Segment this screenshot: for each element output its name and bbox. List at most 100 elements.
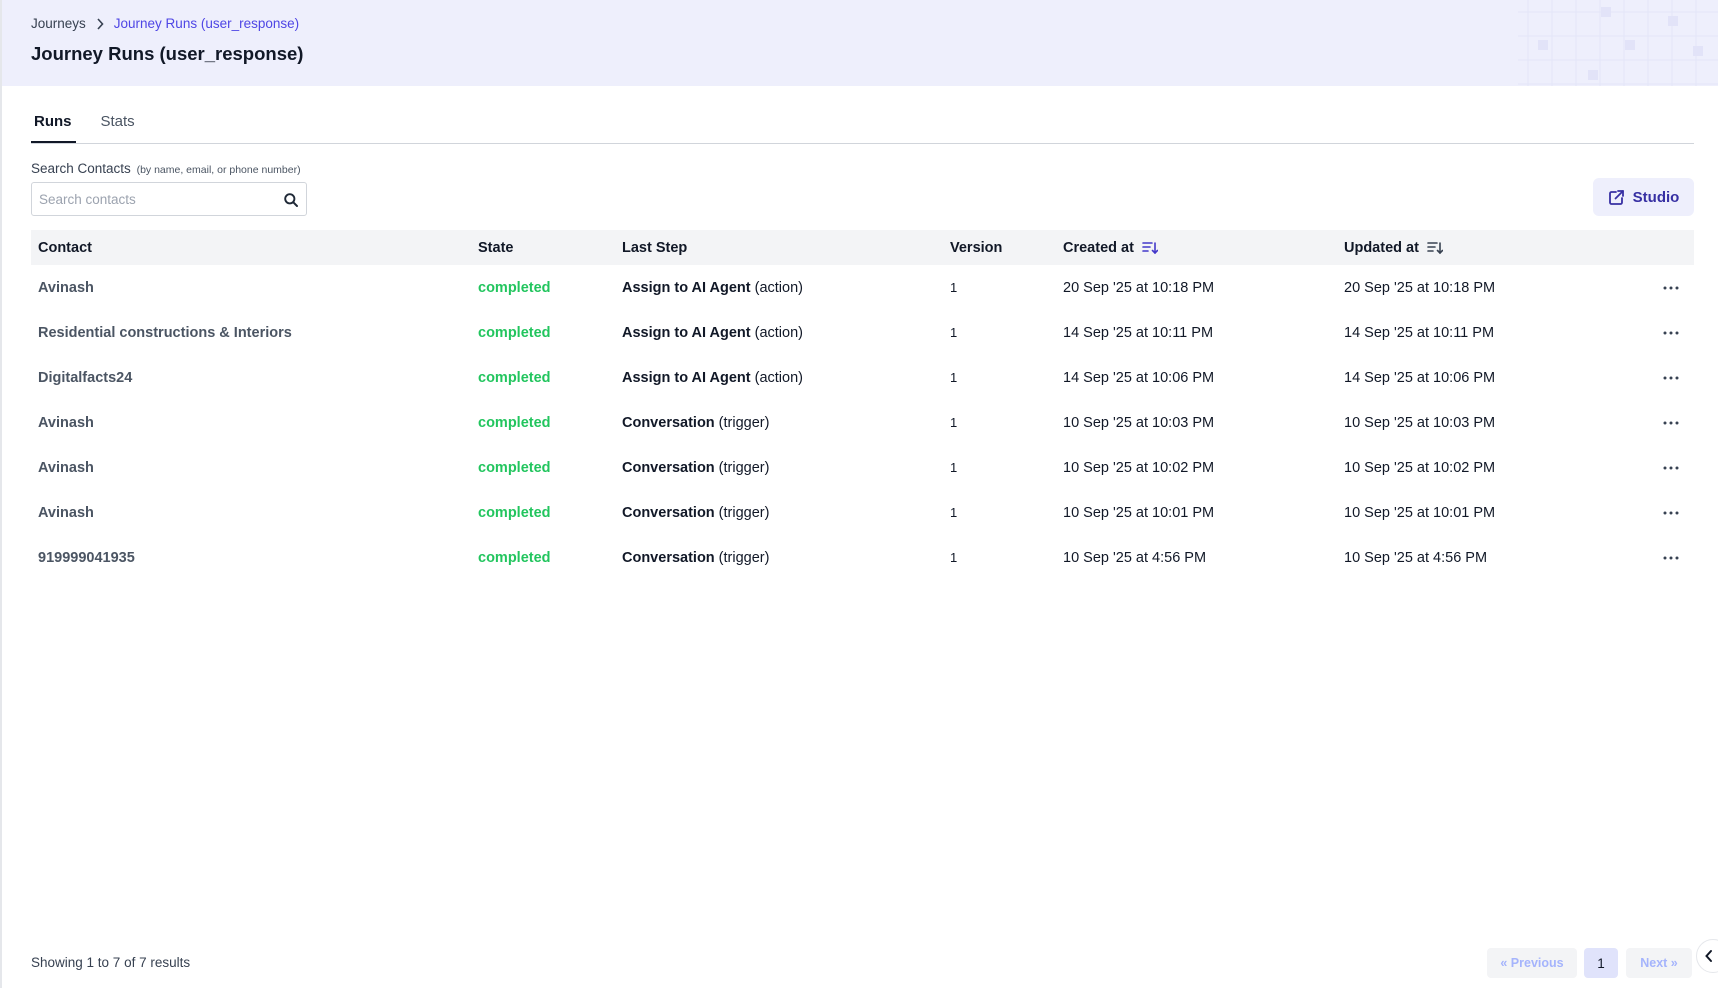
more-options-icon[interactable] — [1661, 458, 1681, 478]
cell-last-step: Assign to AI Agent (action) — [622, 280, 803, 296]
breadcrumb-journeys[interactable]: Journeys — [31, 16, 86, 31]
table-body: Avinash completed Assign to AI Agent (actio… — [31, 265, 1694, 580]
header-created-at[interactable]: Created at — [1063, 240, 1158, 256]
cell-updated-at: 14 Sep '25 at 10:11 PM — [1344, 324, 1495, 341]
cell-last-step: Assign to AI Agent (action) — [622, 325, 803, 341]
header-last-step: Last Step — [622, 239, 688, 256]
step-type: (trigger) — [718, 459, 770, 476]
previous-page-button[interactable]: « Previous — [1487, 948, 1577, 978]
search-icon[interactable] — [283, 192, 299, 208]
table-header: Contact State Last Step Version Created … — [31, 230, 1694, 265]
search-label: Search Contacts (by name, email, or phon… — [31, 161, 301, 176]
cell-contact[interactable]: Avinash — [38, 280, 94, 296]
chevron-left-icon — [1705, 950, 1712, 962]
table-row[interactable]: 919999041935 completed Conversation (trigge… — [31, 535, 1694, 580]
step-name: Conversation — [622, 504, 715, 521]
step-name: Assign to AI Agent — [622, 324, 751, 341]
cell-last-step: Conversation (trigger) — [622, 460, 769, 476]
page-header: Journeys Journey Runs (user_response) Jo… — [2, 0, 1718, 86]
cell-state: completed — [478, 459, 551, 476]
cell-updated-at: 10 Sep '25 at 4:56 PM — [1344, 549, 1488, 566]
cell-version: 1 — [950, 370, 958, 385]
cell-version: 1 — [950, 505, 958, 520]
external-link-icon — [1608, 189, 1624, 205]
left-border — [0, 0, 2, 988]
table-row[interactable]: Avinash completed Conversation (trigger) 1 10… — [31, 400, 1694, 445]
step-name: Assign to AI Agent — [622, 369, 751, 386]
table-row[interactable]: Avinash completed Assign to AI Agent (actio… — [31, 265, 1694, 310]
sort-icon[interactable] — [1427, 241, 1443, 255]
step-type: (action) — [754, 369, 803, 386]
more-options-icon[interactable] — [1661, 503, 1681, 523]
tab-stats[interactable]: Stats — [98, 100, 139, 143]
cell-last-step: Conversation (trigger) — [622, 505, 769, 521]
breadcrumb-current[interactable]: Journey Runs (user_response) — [114, 16, 299, 31]
next-page-button[interactable]: Next » — [1626, 948, 1692, 978]
header-updated-at[interactable]: Updated at — [1344, 240, 1443, 256]
cell-created-at: 10 Sep '25 at 10:01 PM — [1063, 504, 1215, 521]
page-number-button[interactable]: 1 — [1584, 948, 1618, 978]
step-type: (trigger) — [718, 504, 770, 521]
search-input[interactable] — [32, 183, 272, 215]
cell-state: completed — [478, 369, 551, 386]
tab-runs[interactable]: Runs — [31, 100, 76, 143]
cell-created-at: 10 Sep '25 at 10:02 PM — [1063, 459, 1215, 476]
search-label-text: Search Contacts — [31, 161, 131, 176]
studio-button[interactable]: Studio — [1593, 178, 1694, 216]
step-type: (action) — [754, 279, 803, 296]
chevron-right-icon — [96, 17, 104, 30]
tab-bar: Runs Stats — [31, 100, 1694, 144]
cell-state: completed — [478, 504, 551, 521]
table-row[interactable]: Digitalfacts24 completed Assign to AI Agen… — [31, 355, 1694, 400]
cell-contact[interactable]: Residential constructions & Interiors — [38, 325, 292, 341]
cell-contact[interactable]: 919999041935 — [38, 550, 135, 566]
cell-contact[interactable]: Digitalfacts24 — [38, 370, 132, 386]
breadcrumb: Journeys Journey Runs (user_response) — [31, 16, 299, 31]
cell-created-at: 14 Sep '25 at 10:06 PM — [1063, 369, 1215, 386]
grid-decoration — [1518, 0, 1718, 86]
cell-version: 1 — [950, 280, 958, 295]
sort-desc-icon[interactable] — [1142, 241, 1158, 255]
cell-created-at: 14 Sep '25 at 10:11 PM — [1063, 324, 1214, 341]
more-options-icon[interactable] — [1661, 278, 1681, 298]
cell-version: 1 — [950, 460, 958, 475]
more-options-icon[interactable] — [1661, 413, 1681, 433]
studio-button-label: Studio — [1632, 188, 1680, 206]
cell-updated-at: 10 Sep '25 at 10:03 PM — [1344, 414, 1496, 431]
cell-version: 1 — [950, 415, 958, 430]
table-row[interactable]: Residential constructions & Interiors com… — [31, 310, 1694, 355]
more-options-icon[interactable] — [1661, 323, 1681, 343]
collapse-panel-button[interactable] — [1696, 939, 1718, 973]
step-type: (action) — [754, 324, 803, 341]
cell-created-at: 10 Sep '25 at 10:03 PM — [1063, 414, 1215, 431]
cell-state: completed — [478, 279, 551, 296]
cell-last-step: Conversation (trigger) — [622, 415, 769, 431]
cell-state: completed — [478, 549, 551, 566]
cell-state: completed — [478, 414, 551, 431]
cell-contact[interactable]: Avinash — [38, 505, 94, 521]
header-updated-at-label: Updated at — [1344, 239, 1419, 256]
table-row[interactable]: Avinash completed Conversation (trigger) 1 10… — [31, 445, 1694, 490]
step-type: (trigger) — [718, 414, 770, 431]
table-row[interactable]: Avinash completed Conversation (trigger) 1 10… — [31, 490, 1694, 535]
cell-state: completed — [478, 324, 551, 341]
more-options-icon[interactable] — [1661, 548, 1681, 568]
header-version: Version — [950, 239, 1003, 256]
cell-updated-at: 14 Sep '25 at 10:06 PM — [1344, 369, 1496, 386]
search-hint: (by name, email, or phone number) — [136, 164, 301, 176]
cell-updated-at: 20 Sep '25 at 10:18 PM — [1344, 279, 1496, 296]
cell-contact[interactable]: Avinash — [38, 415, 94, 431]
cell-last-step: Assign to AI Agent (action) — [622, 370, 803, 386]
header-contact: Contact — [38, 239, 92, 256]
cell-version: 1 — [950, 325, 958, 340]
cell-version: 1 — [950, 550, 958, 565]
more-options-icon[interactable] — [1661, 368, 1681, 388]
cell-contact[interactable]: Avinash — [38, 460, 94, 476]
runs-table: Contact State Last Step Version Created … — [31, 230, 1694, 580]
search-box — [31, 182, 307, 216]
step-name: Conversation — [622, 549, 715, 566]
page-title: Journey Runs (user_response) — [31, 43, 304, 64]
step-name: Assign to AI Agent — [622, 279, 751, 296]
step-type: (trigger) — [718, 549, 770, 566]
results-summary: Showing 1 to 7 of 7 results — [31, 955, 191, 970]
